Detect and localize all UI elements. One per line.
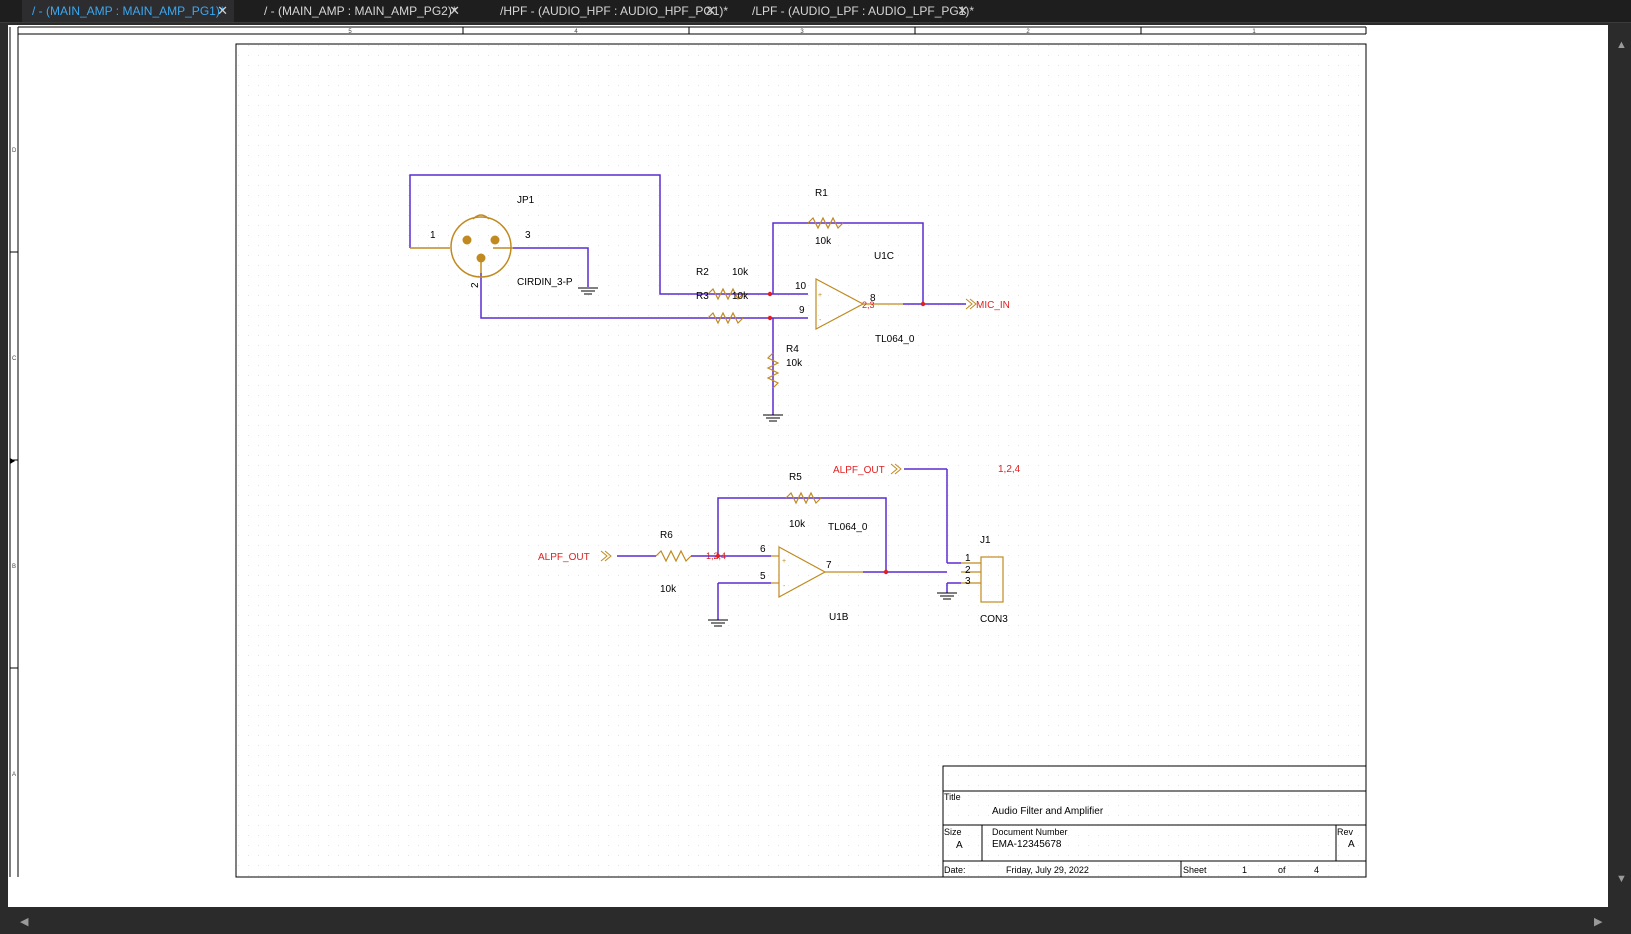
r2-ref: R2 [696, 267, 709, 278]
r4-value: 10k [786, 358, 803, 369]
offpage-alpf-out-left[interactable]: ALPF_OUT [538, 552, 590, 563]
docnum-value: EMA-12345678 [992, 839, 1062, 850]
u1b-pin: 6 [760, 544, 766, 555]
tab-lpf[interactable]: /LPF - (AUDIO_LPF : AUDIO_LPF_PG1)* ✕ [742, 0, 974, 22]
size-value: A [956, 840, 963, 851]
close-icon[interactable]: ✕ [705, 0, 716, 22]
jp1-pin-label: 3 [525, 230, 531, 241]
scroll-up-icon[interactable]: ▲ [1616, 39, 1627, 51]
tab-main-amp-pg1[interactable]: / - (MAIN_AMP : MAIN_AMP_PG1)* ✕ [22, 0, 234, 22]
title-label: Title [944, 792, 961, 802]
junction-dot [883, 569, 889, 575]
row-label: B [12, 564, 16, 570]
of-value: 4 [1314, 865, 1319, 875]
scroll-left-icon[interactable]: ◀ [20, 915, 28, 928]
u1b-pin: 7 [826, 560, 832, 571]
jp1-pin-label: 1 [430, 230, 436, 241]
r1-value: 10k [815, 236, 832, 247]
tab-label: /HPF - (AUDIO_HPF : AUDIO_HPF_PG1)* [500, 4, 729, 18]
r3-ref: R3 [696, 291, 709, 302]
rev-value: A [1348, 839, 1355, 850]
offpage-alpf-out-top[interactable]: ALPF_OUT [833, 465, 885, 476]
junction-dot [767, 291, 773, 297]
r6-ref: R6 [660, 530, 673, 541]
tab-bar: / - (MAIN_AMP : MAIN_AMP_PG1)* ✕ / - (MA… [0, 0, 1631, 23]
r6-value: 10k [660, 584, 677, 595]
u1b-ref: U1B [829, 612, 849, 623]
close-icon[interactable]: ✕ [449, 0, 460, 22]
date-value: Friday, July 29, 2022 [1006, 865, 1089, 875]
jp1-pin-label: 2 [470, 282, 481, 288]
row-label: D [12, 148, 17, 154]
schematic-canvas[interactable]: 5 4 3 2 1 D C B A JP1 CIRDIN_3-P 1 3 2 R… [8, 25, 1608, 907]
u1b-value: TL064_0 [828, 522, 868, 533]
close-icon[interactable]: ✕ [217, 0, 228, 22]
row-label: C [12, 356, 17, 362]
vertical-scrollbar[interactable]: ▲ ▼ [1609, 25, 1631, 907]
u1c-ref: U1C [874, 251, 894, 262]
j1-pin: 2 [965, 565, 971, 576]
r3-value: 10k [732, 291, 749, 302]
r5-value: 10k [789, 519, 806, 530]
r5-ref: R5 [789, 472, 802, 483]
sheet-value: 1 [1242, 865, 1247, 875]
u1c-value: TL064_0 [875, 334, 915, 345]
close-icon[interactable]: ✕ [957, 0, 968, 22]
docnum-label: Document Number [992, 827, 1068, 837]
junction-dot [715, 553, 721, 559]
size-label: Size [944, 827, 962, 837]
j1-pin: 1 [965, 553, 971, 564]
u1c-pin: 9 [799, 305, 805, 316]
j1-ref: J1 [980, 535, 991, 546]
row-label: A [12, 772, 16, 778]
opamp-plus-sign: + [818, 292, 822, 299]
jp1-ref: JP1 [517, 195, 535, 206]
page-marker-icon [10, 458, 15, 464]
title-value: Audio Filter and Amplifier [992, 806, 1104, 817]
rev-label: Rev [1337, 827, 1354, 837]
tab-label: / - (MAIN_AMP : MAIN_AMP_PG1)* [32, 4, 225, 18]
drawing-frame [235, 43, 1367, 878]
offpage-mic-in[interactable]: MIC_IN [976, 300, 1010, 311]
tab-main-amp-pg2[interactable]: / - (MAIN_AMP : MAIN_AMP_PG2)* ✕ [254, 0, 466, 22]
r4-ref: R4 [786, 344, 799, 355]
j1-pin: 3 [965, 576, 971, 587]
r2-value: 10k [732, 267, 749, 278]
date-label: Date: [944, 865, 966, 875]
tab-label: /LPF - (AUDIO_LPF : AUDIO_LPF_PG1)* [752, 4, 975, 18]
tab-label: / - (MAIN_AMP : MAIN_AMP_PG2)* [264, 4, 457, 18]
u1b-pin: 5 [760, 571, 766, 582]
horizontal-scrollbar[interactable]: ◀ ▶ [0, 908, 1631, 934]
u1c-pin: 10 [795, 281, 807, 292]
scroll-down-icon[interactable]: ▼ [1616, 873, 1627, 885]
junction-dot [767, 315, 773, 321]
opamp-plus-sign: + [782, 558, 786, 565]
schematic-drawing: 5 4 3 2 1 D C B A JP1 CIRDIN_3-P 1 3 2 R… [9, 26, 1367, 878]
tab-hpf[interactable]: /HPF - (AUDIO_HPF : AUDIO_HPF_PG1)* ✕ [490, 0, 728, 22]
scroll-right-icon[interactable]: ▶ [1594, 915, 1602, 928]
of-label: of [1278, 865, 1286, 875]
jp1-value: CIRDIN_3-P [517, 277, 573, 288]
u1c-pin-note: 2,3 [862, 300, 875, 310]
sheet-label: Sheet [1183, 865, 1207, 875]
sheet-refs-top: 1,2,4 [998, 464, 1021, 475]
j1-value: CON3 [980, 614, 1008, 625]
junction-dot [920, 301, 926, 307]
r1-ref: R1 [815, 188, 828, 199]
